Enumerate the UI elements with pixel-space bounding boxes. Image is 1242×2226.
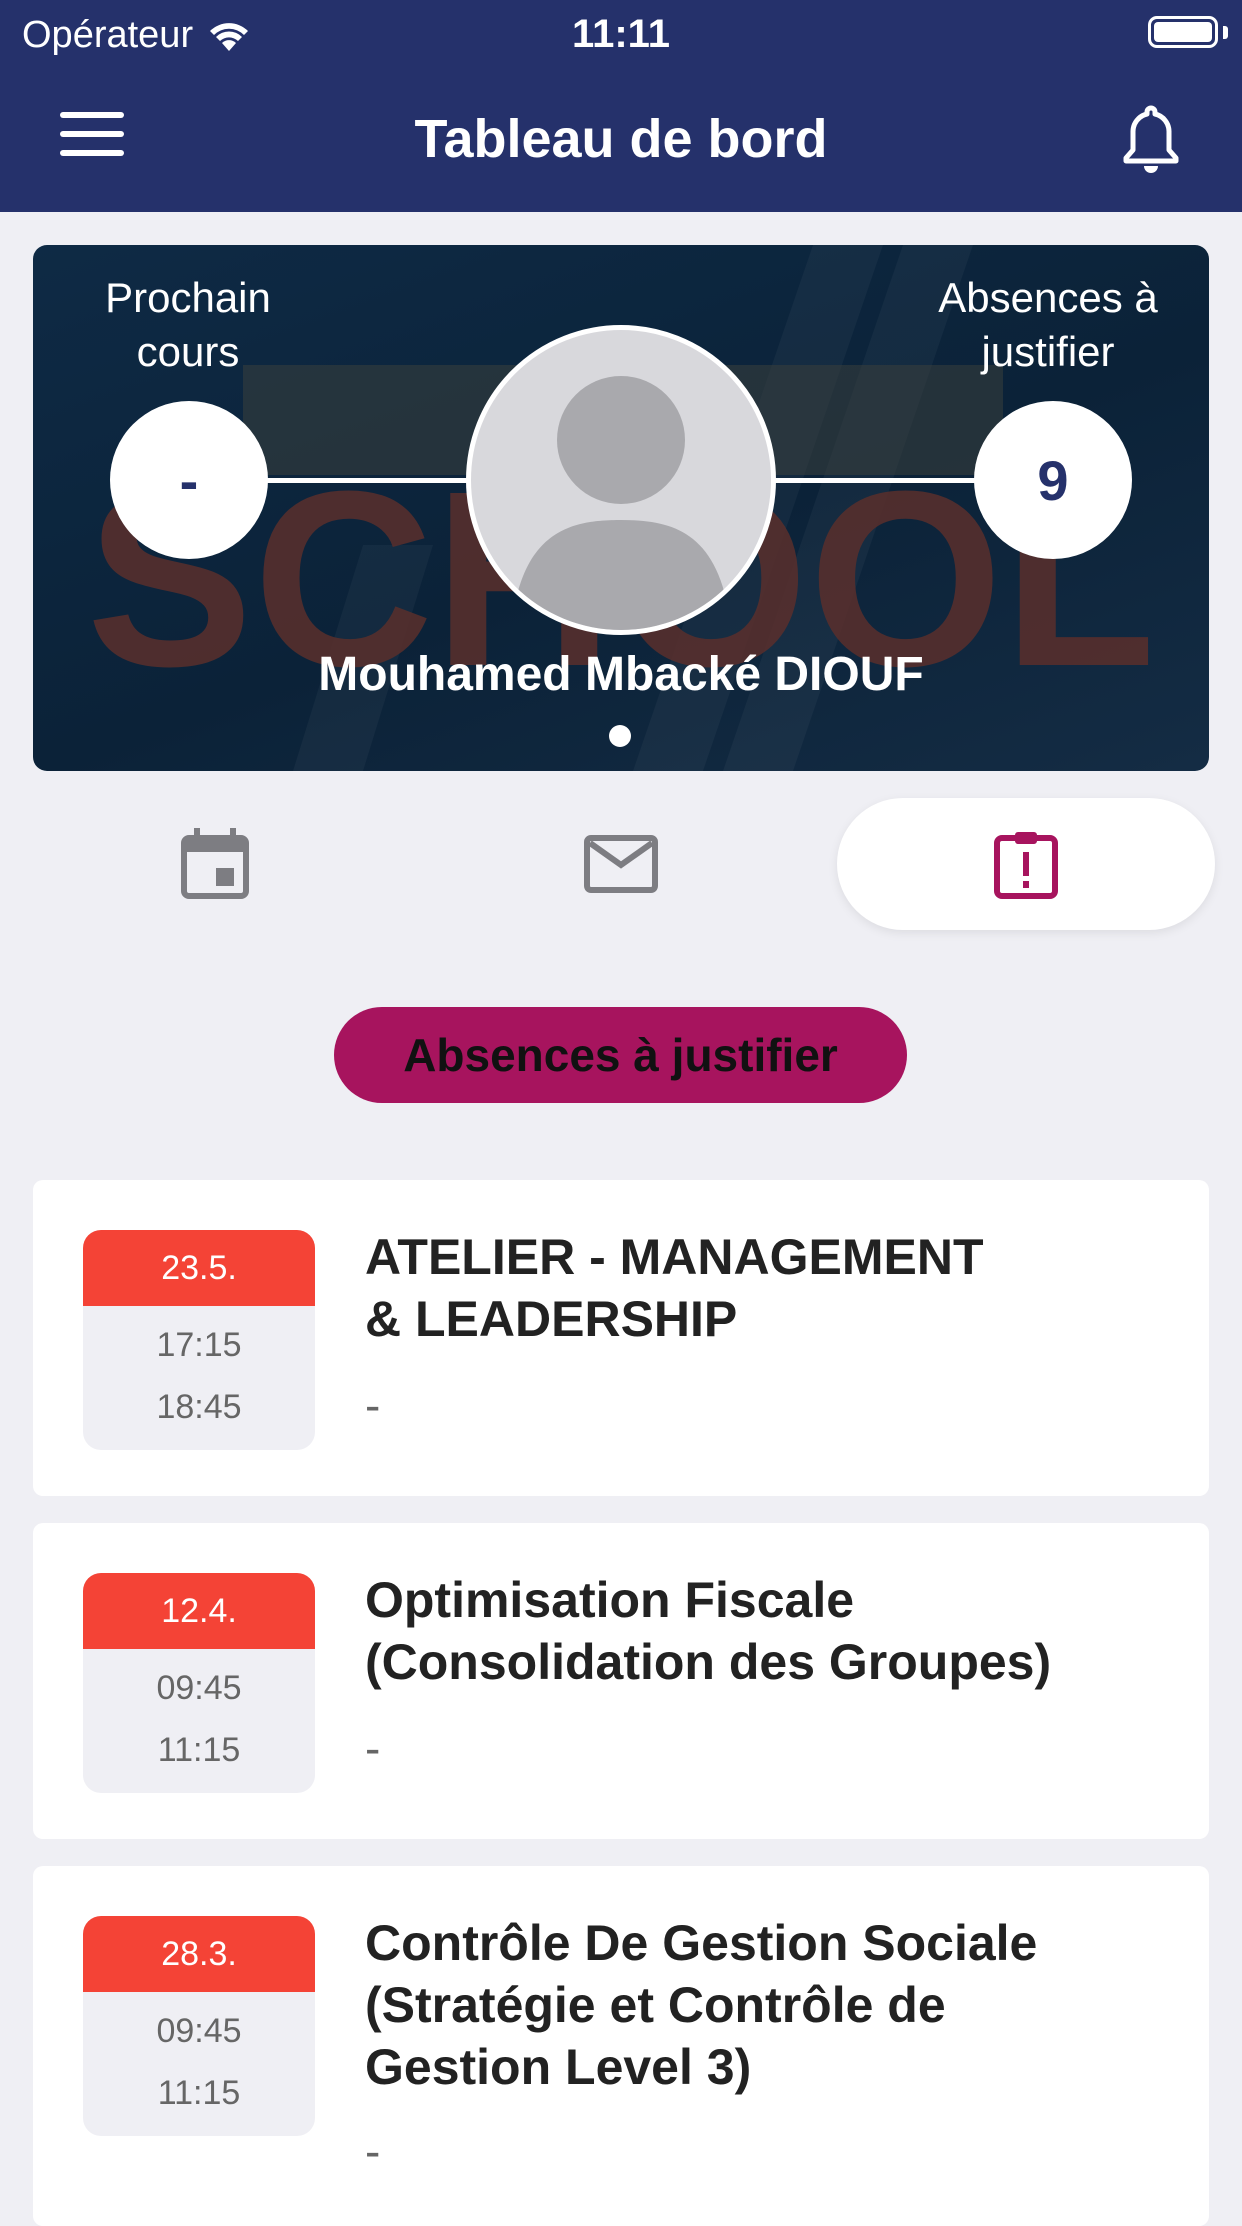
tab-calendar[interactable]: [40, 798, 390, 930]
date-badge: 28.3. 09:45 11:15: [83, 1916, 315, 2136]
end-time: 11:15: [157, 2074, 241, 2112]
start-time: 17:15: [156, 1326, 242, 1364]
course-title-line: Optimisation Fiscale: [365, 1572, 855, 1628]
date-badge: 23.5. 17:15 18:45: [83, 1230, 315, 1450]
end-time: 18:45: [156, 1388, 242, 1426]
tab-absences[interactable]: [837, 798, 1215, 930]
battery-icon: [1148, 16, 1218, 48]
status-time: 11:11: [572, 12, 670, 56]
section-title-badge: Absences à justifier: [334, 1007, 907, 1103]
date-label: 23.5.: [83, 1230, 315, 1306]
battery-tip: [1223, 26, 1228, 39]
end-time: 11:15: [157, 1731, 241, 1769]
clipboard-alert-icon: [994, 832, 1058, 899]
course-title-line: Contrôle De Gestion Sociale: [365, 1915, 1038, 1971]
list-item[interactable]: 23.5. 17:15 18:45 ATELIER - MANAGEMENT &…: [33, 1180, 1209, 1496]
user-placeholder-icon: [511, 376, 731, 630]
course-title-line: (Consolidation des Groupes): [365, 1634, 1052, 1690]
next-course-value[interactable]: -: [110, 401, 268, 559]
student-name: Mouhamed Mbacké DIOUF: [318, 648, 924, 701]
mail-icon: [584, 835, 658, 893]
course-subtitle: -: [365, 2125, 381, 2177]
date-label: 28.3.: [83, 1916, 315, 1992]
list-item[interactable]: 28.3. 09:45 11:15 Contrôle De Gestion So…: [33, 1866, 1209, 2226]
course-title-line: & LEADERSHIP: [365, 1291, 738, 1347]
next-course-label: Prochain cours: [105, 274, 271, 375]
course-subtitle: -: [365, 1379, 381, 1431]
absences-label: Absences à justifier: [938, 274, 1158, 375]
avatar[interactable]: [466, 325, 776, 635]
tab-messages[interactable]: [446, 798, 796, 930]
course-title: ATELIER - MANAGEMENT & LEADERSHIP: [365, 1226, 1165, 1350]
start-time: 09:45: [156, 2012, 242, 2050]
course-title-line: Gestion Level 3): [365, 2039, 752, 2095]
calendar-icon: [181, 828, 249, 899]
course-title: Optimisation Fiscale (Consolidation des …: [365, 1569, 1165, 1693]
bell-icon[interactable]: [1118, 104, 1184, 176]
page-title: Tableau de bord: [414, 109, 828, 169]
course-title: Contrôle De Gestion Sociale (Stratégie e…: [365, 1912, 1165, 2098]
course-title-line: (Stratégie et Contrôle de: [365, 1977, 946, 2033]
page-indicator-dot[interactable]: [609, 725, 631, 747]
list-item[interactable]: 12.4. 09:45 11:15 Optimisation Fiscale (…: [33, 1523, 1209, 1839]
date-badge: 12.4. 09:45 11:15: [83, 1573, 315, 1793]
course-title-line: ATELIER - MANAGEMENT: [365, 1229, 984, 1285]
absences-count[interactable]: 9: [974, 401, 1132, 559]
date-label: 12.4.: [83, 1573, 315, 1649]
student-summary-card: SCHOOL Prochain cours Absences à justifi…: [33, 245, 1209, 771]
app-header: Opérateur 11:11 Tableau de bord: [0, 0, 1242, 212]
course-subtitle: -: [365, 1722, 381, 1774]
start-time: 09:45: [156, 1669, 242, 1707]
